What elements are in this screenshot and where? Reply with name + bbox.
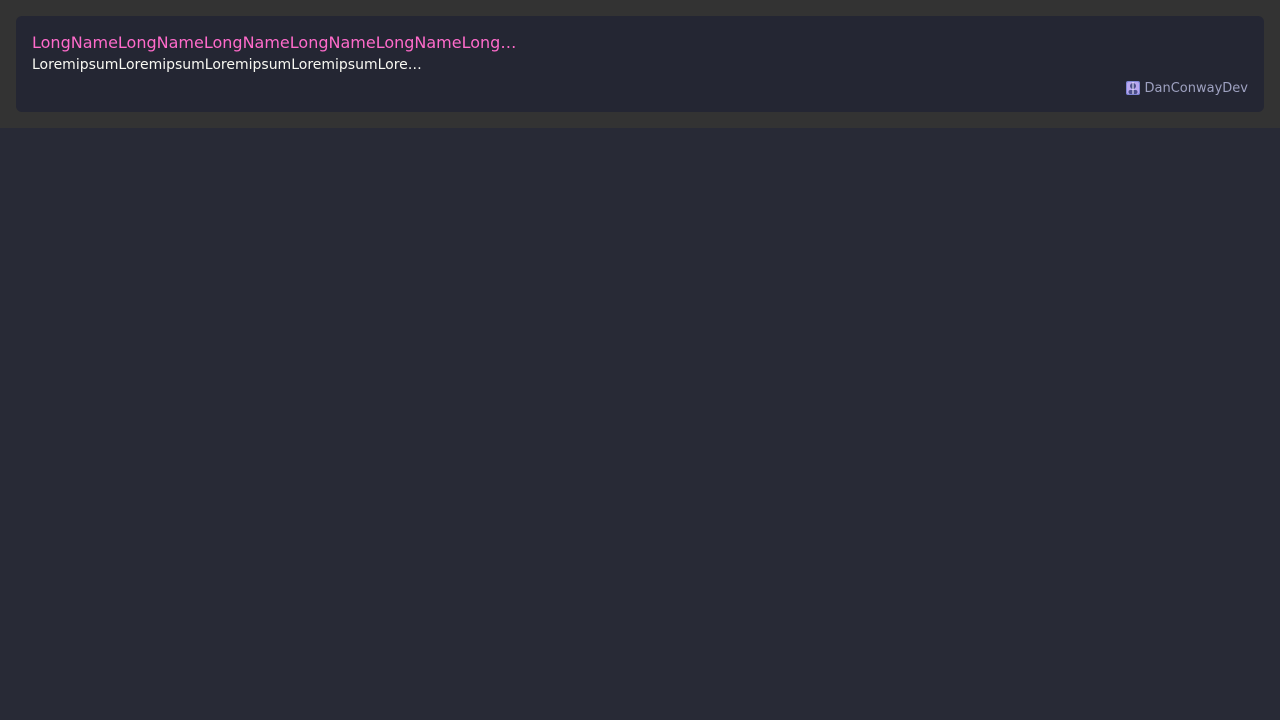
owner-name: DanConwayDev	[1144, 80, 1248, 96]
repo-title-link[interactable]: LongNameLongNameLongNameLongNameLongName…	[32, 32, 528, 54]
repo-card[interactable]: LongNameLongNameLongNameLongNameLongName…	[16, 16, 1264, 112]
repo-description: LoremipsumLoremipsumLoremipsumLoremipsum…	[32, 57, 435, 73]
user-avatar-icon	[1125, 81, 1140, 95]
owner-link[interactable]: DanConwayDev	[1125, 79, 1248, 97]
